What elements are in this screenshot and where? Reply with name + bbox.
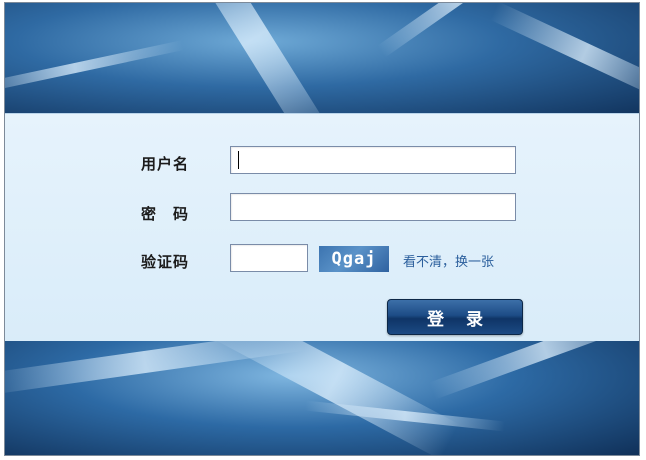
username-label: 用户名 bbox=[141, 155, 190, 173]
captcha-input[interactable] bbox=[230, 244, 308, 272]
text-cursor bbox=[238, 151, 239, 169]
password-label: 密 码 bbox=[141, 205, 190, 223]
login-button[interactable]: 登 录 bbox=[387, 299, 523, 335]
password-input[interactable] bbox=[230, 193, 516, 221]
captcha-image[interactable]: Qgaj bbox=[319, 246, 389, 272]
bottom-banner-image bbox=[5, 341, 639, 455]
login-panel: 用户名 密 码 验证码 Qgaj 看不清，换一张 登 录 bbox=[4, 2, 640, 456]
captcha-label: 验证码 bbox=[141, 253, 190, 271]
username-input[interactable] bbox=[230, 146, 516, 174]
top-banner-image bbox=[5, 3, 639, 113]
refresh-captcha-link[interactable]: 看不清，换一张 bbox=[403, 251, 494, 270]
